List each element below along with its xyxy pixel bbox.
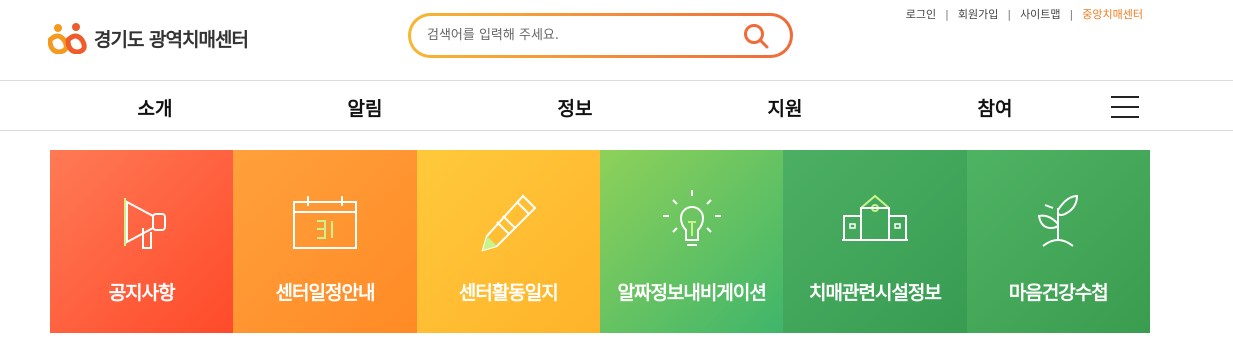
sprout-icon [1038,194,1079,247]
tile-info-navigation[interactable]: 알짜정보내비게이션 [599,150,784,333]
search-bar [408,13,793,58]
tile-label: 치매관련시설정보 [809,282,942,304]
site-logo[interactable]: 경기도 광역치매센터 [48,22,249,54]
tile-label: 센터일정안내 [275,282,376,304]
tile-label: 공지사항 [108,282,176,304]
logo-text: 경기도 광역치매센터 [94,28,249,51]
menu-icon[interactable] [1111,96,1139,118]
nav-item-support[interactable]: 지원 [768,94,803,121]
main-nav: 소개 알림 정보 지원 참여 [0,80,1233,131]
utility-links: 로그인 | 회원가입 | 사이트맵 | 중앙치매센터 [906,6,1143,22]
lightbulb-icon [662,190,721,246]
calendar-icon [292,196,357,249]
pencil-icon [481,194,537,252]
tile-label: 센터활동일지 [458,282,559,304]
tile-schedule[interactable]: 센터일정안내 [233,150,417,333]
quick-menu-tiles: 공지사항 센터일정안내 센터활동일지 알짜정보내비게이션 치매관련시설정보 마음… [50,150,1150,333]
tile-label: 마음건강수첩 [1008,282,1109,304]
tile-facility-info[interactable]: 치매관련시설정보 [783,150,967,333]
divider: | [1007,7,1012,21]
divider: | [945,7,949,21]
building-icon [841,194,908,241]
tile-label: 알짜정보내비게이션 [617,282,766,304]
sitemap-link[interactable]: 사이트맵 [1020,6,1060,22]
divider: | [1069,7,1074,21]
nav-item-participate[interactable]: 참여 [978,94,1013,121]
megaphone-icon [123,198,166,249]
nav-item-intro[interactable]: 소개 [138,94,173,121]
tile-mental-health-notebook[interactable]: 마음건강수첩 [966,150,1150,333]
central-dementia-center-link[interactable]: 중앙치매센터 [1082,6,1143,22]
search-icon[interactable] [742,22,770,50]
search-input[interactable] [427,16,727,55]
logo-mark-icon [48,23,87,54]
nav-item-info[interactable]: 정보 [558,94,593,121]
signup-link[interactable]: 회원가입 [958,6,998,22]
tile-activity-log[interactable]: 센터활동일지 [416,150,600,333]
search-inner [411,16,790,55]
site-header: 경기도 광역치매센터 로그인 | 회원가입 | 사이트맵 | 중앙치매센터 [0,0,1233,80]
login-link[interactable]: 로그인 [906,6,936,22]
tile-notice[interactable]: 공지사항 [50,150,234,333]
nav-item-notice[interactable]: 알림 [348,94,383,121]
